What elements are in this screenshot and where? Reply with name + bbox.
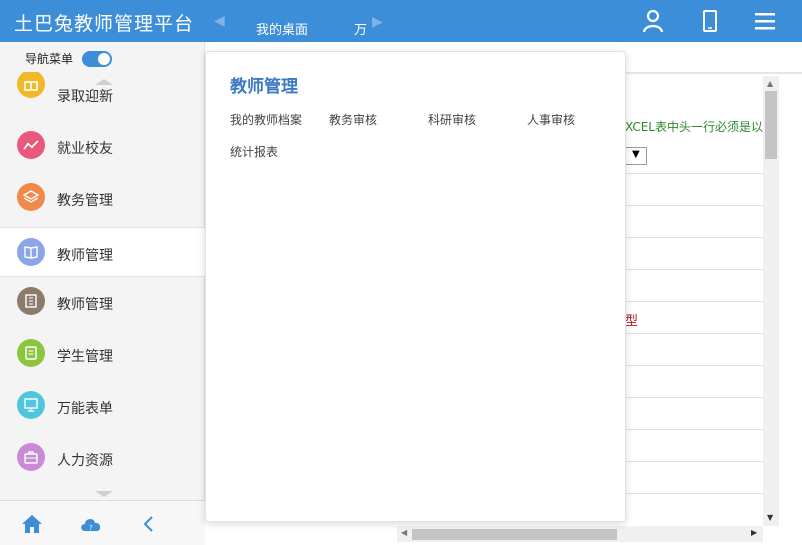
sidebar-item-label: 人力资源 (57, 453, 113, 469)
tab-scroll-left-button[interactable]: ◀ (214, 13, 226, 29)
row-divider (625, 205, 765, 206)
sidebar-item-label: 教师管理 (57, 248, 113, 264)
row-divider (625, 301, 765, 302)
scroll-down-arrow-icon[interactable]: ▼ (767, 513, 773, 522)
home-icon[interactable] (21, 513, 43, 535)
scroll-left-arrow-icon[interactable]: ◀ (401, 528, 407, 537)
link-research-review[interactable]: 科研审核 (428, 111, 476, 128)
sidebar-item-academic[interactable]: 教务管理 (0, 173, 205, 223)
select-arrow-icon: ▼ (632, 149, 640, 160)
link-hr-review[interactable]: 人事审核 (527, 111, 575, 128)
top-header: 土巴兔教师管理平台 ◀ 我的桌面 万 ▶ (0, 0, 802, 42)
sidebar-bottom-bar: ? (0, 500, 205, 545)
mobile-icon[interactable] (697, 8, 723, 34)
scroll-right-arrow-icon[interactable]: ▶ (751, 528, 757, 537)
menu-icon[interactable] (752, 8, 778, 34)
building-icon (17, 287, 45, 315)
row-divider (625, 429, 765, 430)
sidebar-item-label: 就业校友 (57, 141, 113, 157)
sidebar-item-label: 教师管理 (57, 297, 113, 313)
svg-text:?: ? (89, 524, 93, 532)
form-icon (17, 391, 45, 419)
sidebar-item-label: 万能表单 (57, 401, 113, 417)
app-title: 土巴兔教师管理平台 (14, 13, 195, 35)
link-academic-review[interactable]: 教务审核 (329, 111, 377, 128)
sidebar-item-teacher-active[interactable]: 教师管理 (0, 227, 205, 277)
horizontal-scroll-thumb[interactable] (412, 529, 617, 540)
row-divider (625, 237, 765, 238)
sidebar-item-employment[interactable]: 就业校友 (0, 121, 205, 171)
user-icon[interactable] (640, 8, 666, 34)
row-divider (625, 461, 765, 462)
sidebar-item-forms[interactable]: 万能表单 (0, 381, 205, 431)
trend-icon (17, 131, 45, 159)
nav-toggle-row: 导航菜单 (0, 42, 205, 74)
nav-menu-toggle[interactable] (82, 51, 112, 67)
type-label: 型 (625, 314, 639, 329)
excel-notice-text: XCEL表中头一行必须是以 (625, 120, 763, 134)
briefcase-icon (17, 443, 45, 471)
row-divider (625, 493, 765, 494)
sidebar-scroll-down-icon[interactable] (95, 491, 113, 497)
vertical-scroll-thumb[interactable] (765, 91, 777, 159)
sidebar: 导航菜单 录取迎新 就业校友 教务管理 教师管理 教师管理 学生管理 万能表单 … (0, 42, 205, 545)
row-divider (625, 333, 765, 334)
sidebar-item-hr[interactable]: 人力资源 (0, 433, 205, 483)
tab-partial[interactable]: 万 (354, 19, 367, 38)
row-divider (625, 173, 765, 174)
link-my-teacher-profile[interactable]: 我的教师档案 (230, 111, 302, 128)
row-divider (625, 397, 765, 398)
sidebar-item-student[interactable]: 学生管理 (0, 329, 205, 379)
horizontal-scrollbar[interactable]: ◀ ▶ (397, 526, 763, 542)
document-icon (17, 339, 45, 367)
vertical-scrollbar[interactable]: ▲ ▼ (763, 76, 779, 526)
sidebar-item-label: 录取迎新 (57, 89, 113, 105)
tab-scroll-right-button[interactable]: ▶ (372, 14, 383, 30)
type-select[interactable]: ▼ (625, 147, 647, 165)
teacher-management-popup: 教师管理 我的教师档案 教务审核 科研审核 人事审核 统计报表 (205, 51, 626, 522)
popup-title: 教师管理 (230, 77, 298, 97)
gift-icon (17, 72, 45, 98)
book-icon (17, 238, 45, 266)
layers-icon (17, 183, 45, 211)
row-divider (625, 365, 765, 366)
collapse-icon[interactable] (139, 513, 161, 535)
tab-my-desktop[interactable]: 我的桌面 (256, 19, 308, 38)
sidebar-item-label: 学生管理 (57, 349, 113, 365)
toggle-knob (98, 53, 110, 65)
cloud-help-icon[interactable]: ? (79, 513, 101, 535)
sidebar-item-admission[interactable]: 录取迎新 (0, 72, 205, 112)
right-margin (780, 76, 802, 545)
nav-toggle-label: 导航菜单 (25, 52, 74, 66)
sidebar-item-label: 教务管理 (57, 193, 113, 209)
row-divider (625, 269, 765, 270)
sidebar-item-teacher[interactable]: 教师管理 (0, 277, 205, 327)
scroll-up-arrow-icon[interactable]: ▲ (767, 79, 773, 88)
link-statistics-report[interactable]: 统计报表 (230, 143, 278, 160)
